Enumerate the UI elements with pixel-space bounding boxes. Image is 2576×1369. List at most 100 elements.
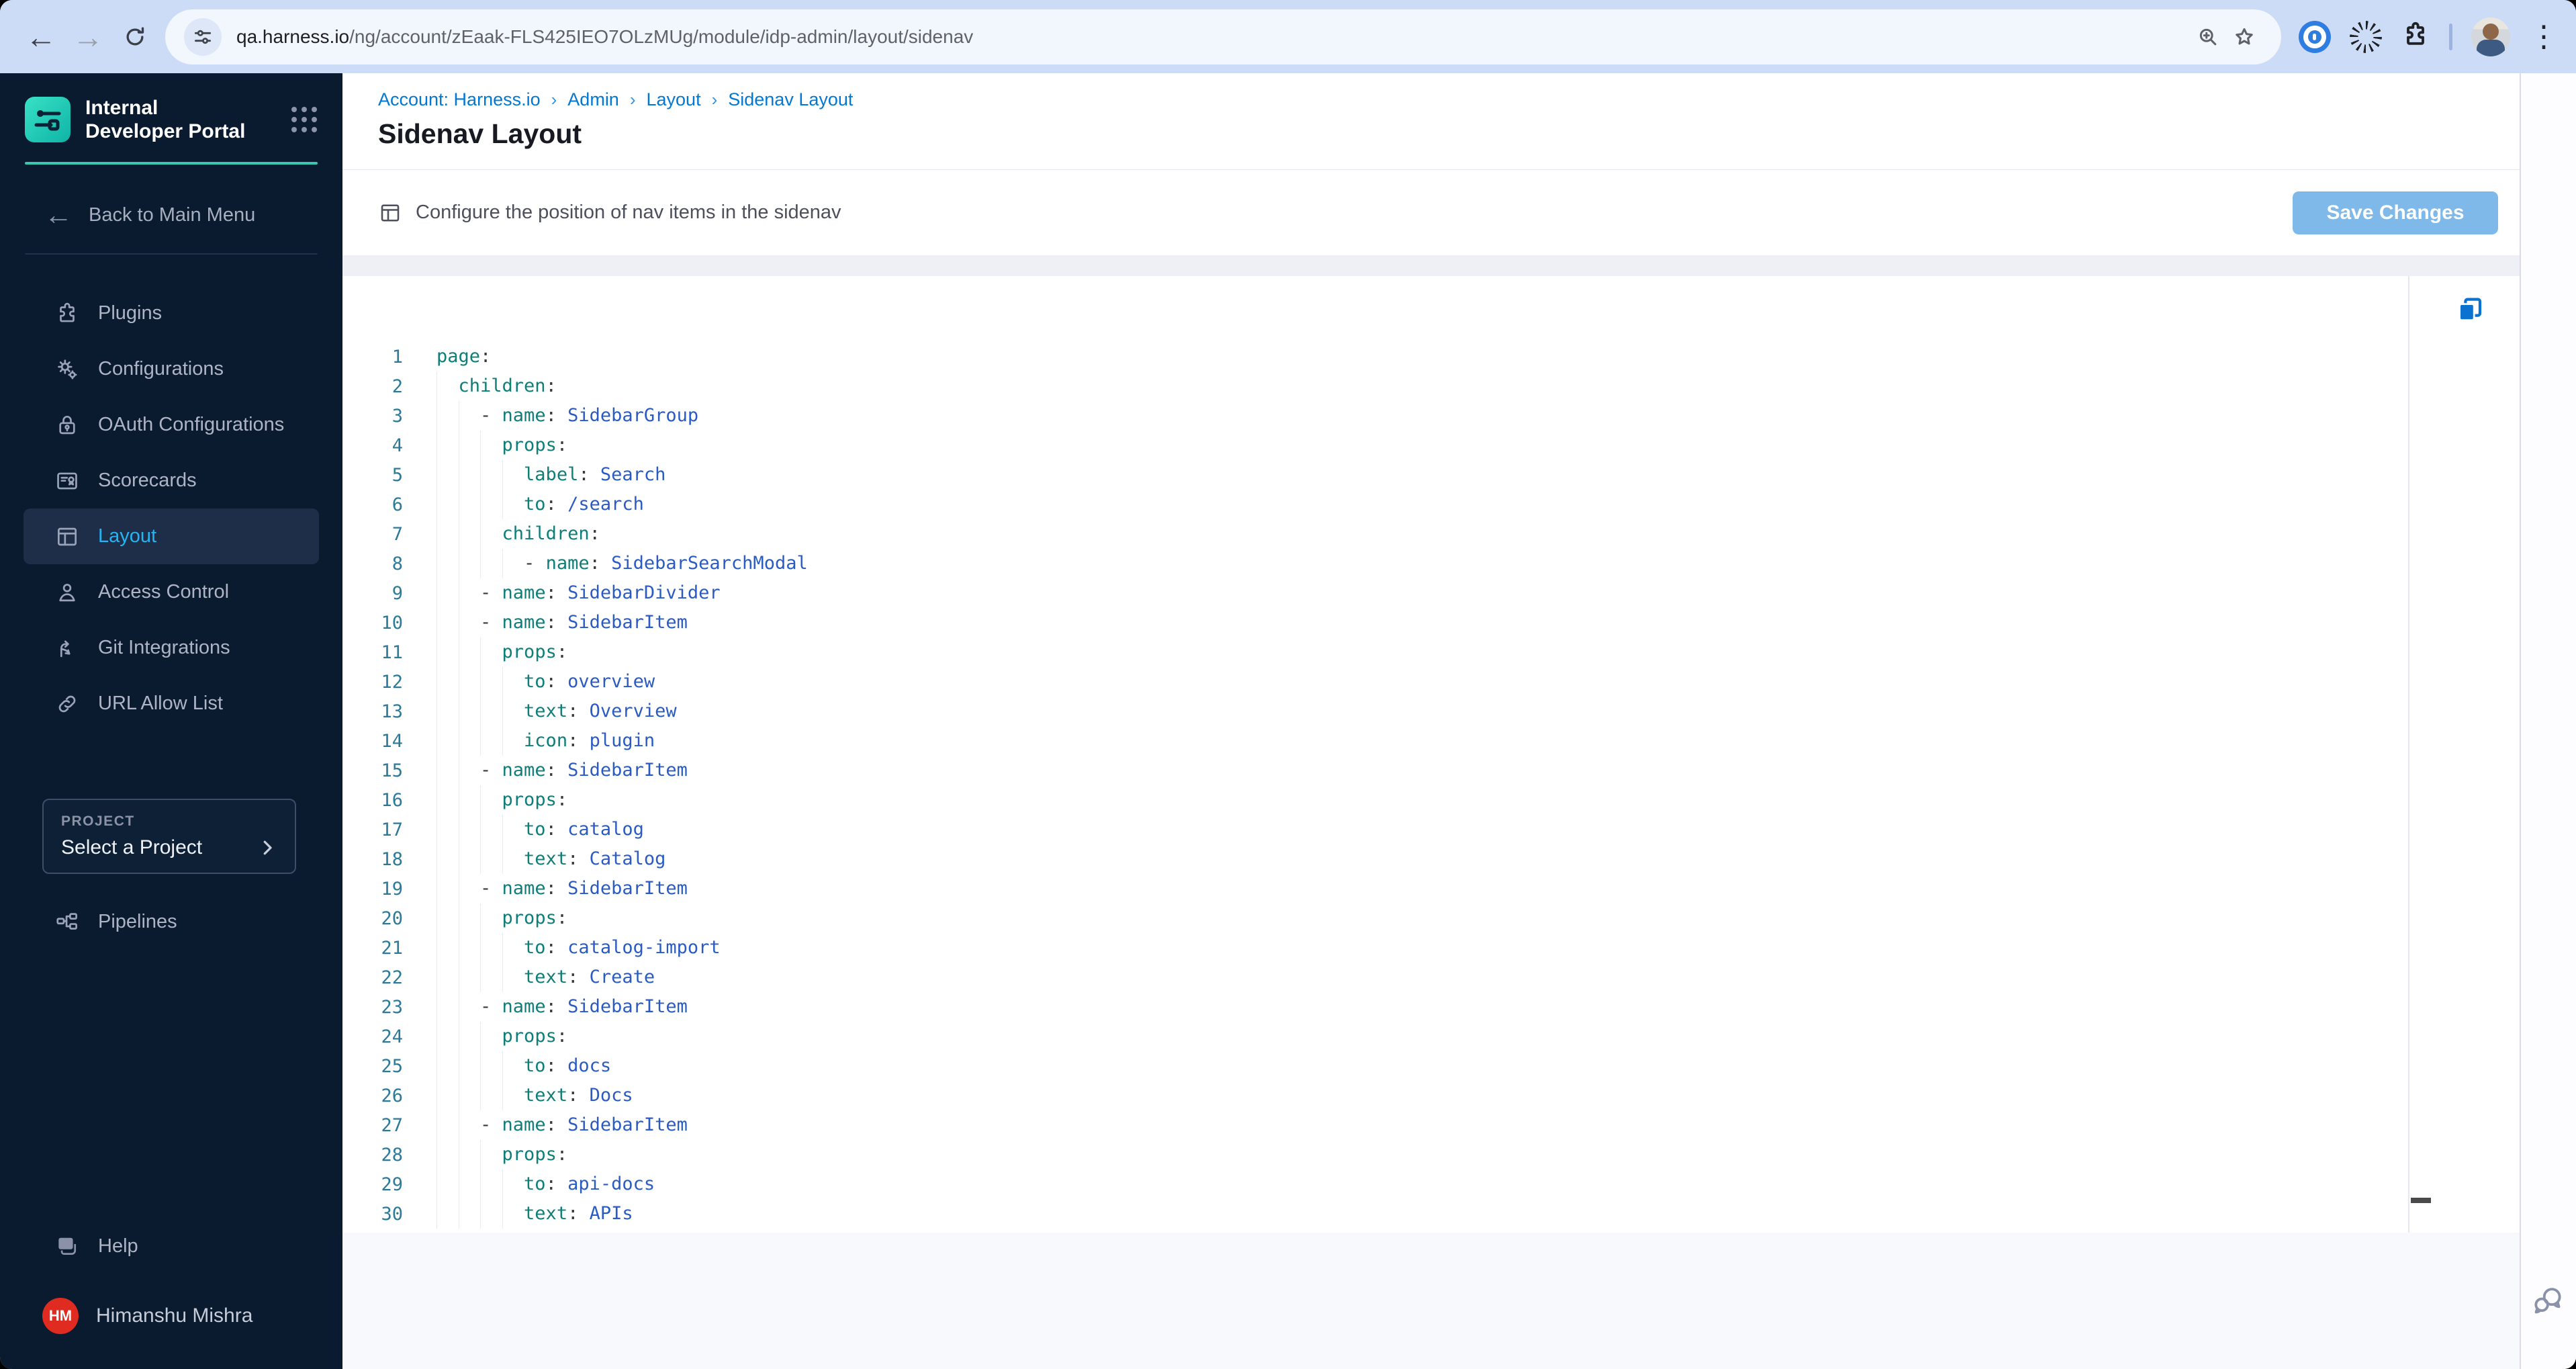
code-line[interactable]: 27 - name: SidebarItem <box>342 1110 2520 1140</box>
browser-toolbar: ← → qa.harness.io/ng/account/zEaak-FLS42… <box>0 0 2576 73</box>
line-content: - name: SidebarItem <box>403 608 2520 637</box>
sidebar-item-label: Pipelines <box>98 911 177 932</box>
extensions-puzzle-icon[interactable] <box>2401 20 2430 53</box>
code-line[interactable]: 21 to: catalog-import <box>342 933 2520 963</box>
code-line[interactable]: 22 text: Create <box>342 963 2520 992</box>
code-line[interactable]: 18 text: Catalog <box>342 844 2520 874</box>
code-line[interactable]: 14 icon: plugin <box>342 726 2520 756</box>
code-line[interactable]: 11 props: <box>342 637 2520 667</box>
idp-logo-icon <box>25 97 71 142</box>
code-line[interactable]: 30 text: APIs <box>342 1199 2520 1229</box>
url-text[interactable]: qa.harness.io/ng/account/zEaak-FLS425IEO… <box>236 26 2190 48</box>
code-line[interactable]: 17 to: catalog <box>342 815 2520 844</box>
sidebar-item-git-integrations[interactable]: Git Integrations <box>24 620 319 676</box>
loading-extension-icon[interactable] <box>2350 20 2382 53</box>
browser-reload-button[interactable] <box>111 13 158 60</box>
code-line[interactable]: 13 text: Overview <box>342 697 2520 726</box>
breadcrumb-item[interactable]: Account: Harness.io <box>378 89 541 110</box>
code-line[interactable]: 12 to: overview <box>342 667 2520 697</box>
code-line[interactable]: 1 page: <box>342 342 2520 371</box>
line-content: text: APIs <box>403 1199 2520 1229</box>
line-number: 10 <box>381 612 403 633</box>
sidebar-item-pipelines[interactable]: Pipelines <box>24 894 319 950</box>
sidebar-item-scorecards[interactable]: Scorecards <box>24 453 319 509</box>
line-content: text: Catalog <box>403 844 2520 874</box>
code-line[interactable]: 26 text: Docs <box>342 1081 2520 1110</box>
browser-forward-button[interactable]: → <box>64 13 111 60</box>
line-content: to: overview <box>403 667 2520 697</box>
line-number: 26 <box>381 1085 403 1106</box>
line-content: props: <box>403 637 2520 667</box>
line-number: 8 <box>392 553 403 574</box>
config-description: Configure the position of nav items in t… <box>416 202 841 223</box>
line-content: props: <box>403 903 2520 933</box>
zoom-in-icon[interactable] <box>2190 19 2226 55</box>
code-lines: 1 page: 2 children: 3 - name: SidebarGroup 4… <box>342 342 2520 1229</box>
line-number: 21 <box>381 937 403 959</box>
code-line[interactable]: 25 to: docs <box>342 1051 2520 1081</box>
line-number: 5 <box>392 464 403 486</box>
sidebar-header: Internal Developer Portal <box>25 96 317 143</box>
code-line[interactable]: 29 to: api-docs <box>342 1169 2520 1199</box>
sidebar-item-oauth-configurations[interactable]: OAuth Configurations <box>24 397 319 453</box>
yaml-editor[interactable]: 1 page: 2 children: 3 - name: SidebarGroup 4… <box>342 276 2520 1233</box>
code-line[interactable]: 23 - name: SidebarItem <box>342 992 2520 1022</box>
code-line[interactable]: 19 - name: SidebarItem <box>342 874 2520 903</box>
code-line[interactable]: 20 props: <box>342 903 2520 933</box>
sidebar-item-label: Scorecards <box>98 470 197 491</box>
line-content: - name: SidebarDivider <box>403 578 2520 608</box>
code-line[interactable]: 15 - name: SidebarItem <box>342 756 2520 785</box>
code-line[interactable]: 4 props: <box>342 431 2520 460</box>
back-arrow-icon: ← <box>44 199 73 230</box>
breadcrumb-item[interactable]: Layout <box>647 89 701 110</box>
user-menu[interactable]: HM Himanshu Mishra <box>24 1288 319 1343</box>
save-changes-button[interactable]: Save Changes <box>2293 191 2498 234</box>
code-line[interactable]: 16 props: <box>342 785 2520 815</box>
code-line[interactable]: 24 props: <box>342 1022 2520 1051</box>
line-number: 20 <box>381 908 403 929</box>
band-gap <box>342 255 2520 276</box>
breadcrumb-item[interactable]: Sidenav Layout <box>728 89 853 110</box>
line-number: 24 <box>381 1026 403 1047</box>
breadcrumb-item[interactable]: Admin <box>567 89 619 110</box>
line-content: - name: SidebarGroup <box>403 401 2520 431</box>
editor-scrollbar[interactable] <box>2408 276 2409 1233</box>
site-controls-icon[interactable] <box>184 17 222 56</box>
address-bar[interactable]: qa.harness.io/ng/account/zEaak-FLS425IEO… <box>165 9 2281 64</box>
code-line[interactable]: 3 - name: SidebarGroup <box>342 401 2520 431</box>
sidebar-item-plugins[interactable]: Plugins <box>24 285 319 341</box>
breadcrumb-separator: › <box>629 89 636 109</box>
browser-back-button[interactable]: ← <box>17 13 64 60</box>
code-line[interactable]: 9 - name: SidebarDivider <box>342 578 2520 608</box>
back-to-main-menu[interactable]: ← Back to Main Menu <box>0 194 342 236</box>
line-number: 7 <box>392 523 403 545</box>
line-content: props: <box>403 1140 2520 1169</box>
breadcrumb: Account: Harness.io › Admin › Layout › Sidenav… <box>378 89 2520 110</box>
line-number: 4 <box>392 435 403 456</box>
bookmark-star-icon[interactable] <box>2226 19 2262 55</box>
browser-menu-icon[interactable]: ⋮ <box>2529 21 2559 52</box>
code-line[interactable]: 7 children: <box>342 519 2520 549</box>
code-line[interactable]: 6 to: /search <box>342 490 2520 519</box>
code-line[interactable]: 5 label: Search <box>342 460 2520 490</box>
code-line[interactable]: 10 - name: SidebarItem <box>342 608 2520 637</box>
sidebar-item-access-control[interactable]: Access Control <box>24 564 319 620</box>
sidebar-item-configurations[interactable]: Configurations <box>24 341 319 397</box>
gear-icon <box>54 356 81 383</box>
sidebar-item-url-allow-list[interactable]: URL Allow List <box>24 676 319 732</box>
person-icon <box>54 579 81 606</box>
app-grid-icon[interactable] <box>291 107 317 132</box>
copy-icon[interactable] <box>2454 294 2486 326</box>
code-line[interactable]: 2 children: <box>342 371 2520 401</box>
browser-profile-avatar[interactable] <box>2471 17 2510 56</box>
sidebar-item-help[interactable]: ? Help <box>24 1219 319 1274</box>
password-manager-extension-icon[interactable] <box>2299 20 2331 53</box>
code-line[interactable]: 8 - name: SidebarSearchModal <box>342 549 2520 578</box>
line-content: to: docs <box>403 1051 2520 1081</box>
project-selector[interactable]: PROJECT Select a Project <box>42 799 296 874</box>
chat-bubbles-icon[interactable] <box>2530 1282 2567 1319</box>
sidebar-item-layout[interactable]: Layout <box>24 509 319 564</box>
code-line[interactable]: 28 props: <box>342 1140 2520 1169</box>
line-number: 17 <box>381 819 403 840</box>
back-label: Back to Main Menu <box>89 204 256 226</box>
